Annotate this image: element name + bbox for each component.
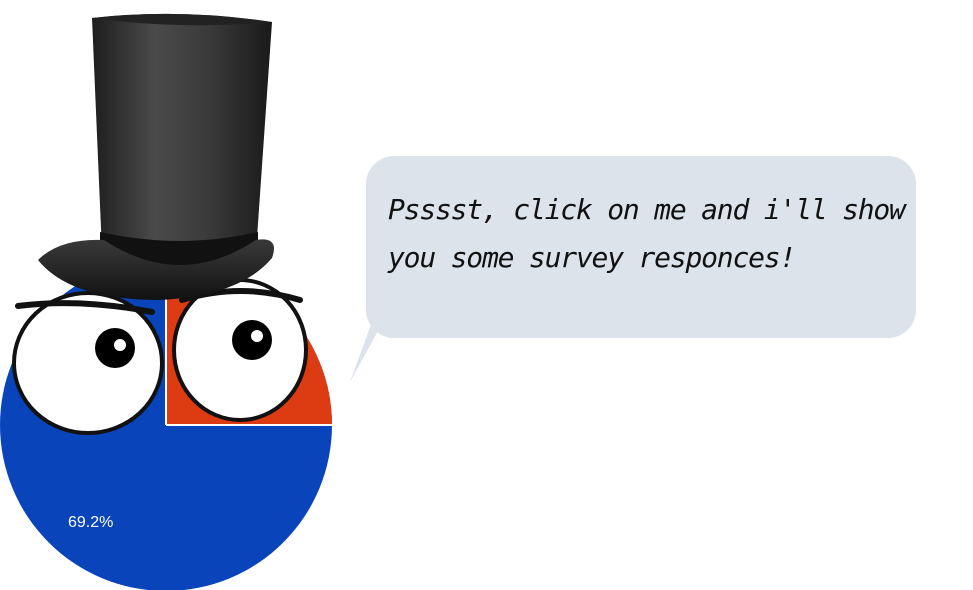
stage: Psssst, click on me and i'll show you so… (0, 0, 973, 590)
speech-line-1: Psssst, click on me and i'll show (388, 193, 906, 226)
pie-character (0, 13, 332, 590)
speech-line-2: you some survey responces! (388, 241, 796, 274)
pie-character-button[interactable]: 69.2% (0, 0, 340, 590)
speech-bubble-text: Psssst, click on me and i'll show you so… (388, 186, 906, 282)
top-hat-icon (38, 13, 274, 300)
left-eye-icon (12, 291, 164, 435)
pie-slice-label: 69.2% (68, 514, 114, 531)
right-eye-icon (172, 278, 308, 422)
